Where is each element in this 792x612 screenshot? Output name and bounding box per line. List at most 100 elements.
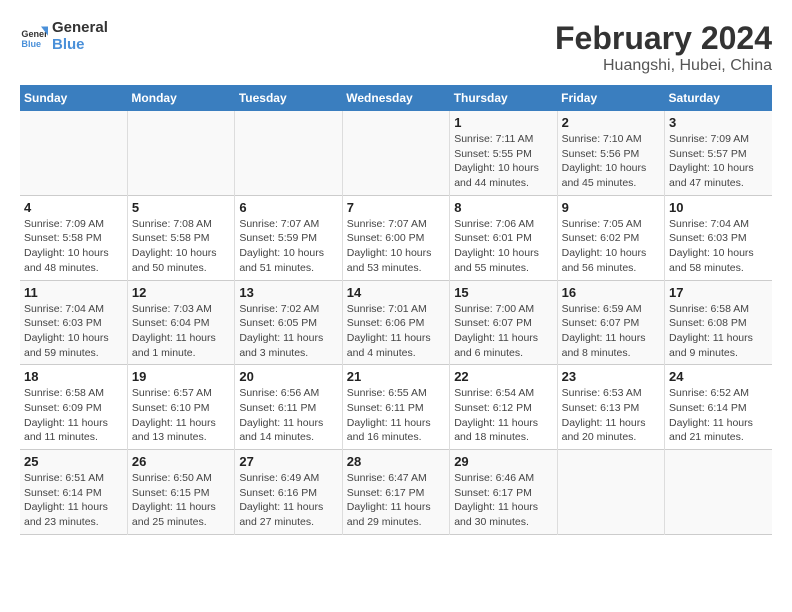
calendar-cell: 24 Sunrise: 6:52 AM Sunset: 6:14 PM Dayli… [665, 365, 772, 450]
cell-text: Sunrise: 7:04 AM Sunset: 6:03 PM Dayligh… [669, 217, 768, 276]
calendar-cell: 8Sunrise: 7:06 AM Sunset: 6:01 PM Daylig… [450, 195, 557, 280]
cell-text: Sunrise: 7:05 AM Sunset: 6:02 PM Dayligh… [562, 217, 660, 276]
day-number: 10 [669, 200, 768, 215]
weekday-header-cell: Friday [557, 85, 664, 111]
day-number: 21 [347, 369, 445, 384]
logo: General Blue General Blue [20, 20, 108, 53]
day-number: 15 [454, 285, 552, 300]
weekday-header-cell: Sunday [20, 85, 127, 111]
calendar-cell: 11 Sunrise: 7:04 AM Sunset: 6:03 PM Dayli… [20, 280, 127, 365]
calendar-week-row: 4 Sunrise: 7:09 AM Sunset: 5:58 PM Daylig… [20, 195, 772, 280]
cell-text: Sunrise: 6:57 AM Sunset: 6:10 PM Dayligh… [132, 386, 230, 445]
cell-text: Sunrise: 7:07 AM Sunset: 5:59 PM Dayligh… [239, 217, 337, 276]
cell-text: Sunrise: 7:00 AM Sunset: 6:07 PM Dayligh… [454, 302, 552, 361]
day-number: 7 [347, 200, 445, 215]
weekday-header-cell: Thursday [450, 85, 557, 111]
calendar-cell: 21 Sunrise: 6:55 AM Sunset: 6:11 PM Dayli… [342, 365, 449, 450]
calendar-cell: 4 Sunrise: 7:09 AM Sunset: 5:58 PM Daylig… [20, 195, 127, 280]
day-number: 19 [132, 369, 230, 384]
calendar-body: 1 Sunrise: 7:11 AM Sunset: 5:55 PM Daylig… [20, 111, 772, 534]
cell-text: Sunrise: 7:04 AM Sunset: 6:03 PM Dayligh… [24, 302, 123, 361]
cell-text: Sunrise: 7:06 AM Sunset: 6:01 PM Dayligh… [454, 217, 552, 276]
weekday-header-cell: Saturday [665, 85, 772, 111]
calendar-week-row: 25 Sunrise: 6:51 AM Sunset: 6:14 PM Dayli… [20, 450, 772, 535]
calendar-cell: 29Sunrise: 6:46 AM Sunset: 6:17 PM Dayli… [450, 450, 557, 535]
page-subtitle: Huangshi, Hubei, China [555, 57, 772, 75]
cell-text: Sunrise: 7:07 AM Sunset: 6:00 PM Dayligh… [347, 217, 445, 276]
day-number: 24 [669, 369, 768, 384]
calendar-week-row: 18Sunrise: 6:58 AM Sunset: 6:09 PM Dayli… [20, 365, 772, 450]
weekday-header-cell: Monday [127, 85, 234, 111]
calendar-cell: 25 Sunrise: 6:51 AM Sunset: 6:14 PM Dayli… [20, 450, 127, 535]
day-number: 4 [24, 200, 123, 215]
calendar-cell: 3Sunrise: 7:09 AM Sunset: 5:57 PM Daylig… [665, 111, 772, 195]
cell-text: Sunrise: 7:01 AM Sunset: 6:06 PM Dayligh… [347, 302, 445, 361]
weekday-header-row: SundayMondayTuesdayWednesdayThursdayFrid… [20, 85, 772, 111]
day-number: 14 [347, 285, 445, 300]
cell-text: Sunrise: 6:50 AM Sunset: 6:15 PM Dayligh… [132, 471, 230, 530]
logo-line1: General [52, 20, 108, 37]
calendar-cell: 10 Sunrise: 7:04 AM Sunset: 6:03 PM Dayli… [665, 195, 772, 280]
calendar-cell: 5 Sunrise: 7:08 AM Sunset: 5:58 PM Daylig… [127, 195, 234, 280]
day-number: 16 [562, 285, 660, 300]
cell-text: Sunrise: 6:58 AM Sunset: 6:09 PM Dayligh… [24, 386, 123, 445]
calendar-cell: 19 Sunrise: 6:57 AM Sunset: 6:10 PM Dayli… [127, 365, 234, 450]
calendar-cell [342, 111, 449, 195]
calendar-cell: 22 Sunrise: 6:54 AM Sunset: 6:12 PM Dayli… [450, 365, 557, 450]
day-number: 12 [132, 285, 230, 300]
calendar-cell: 7 Sunrise: 7:07 AM Sunset: 6:00 PM Daylig… [342, 195, 449, 280]
calendar-cell: 17Sunrise: 6:58 AM Sunset: 6:08 PM Dayli… [665, 280, 772, 365]
day-number: 25 [24, 454, 123, 469]
weekday-header-cell: Wednesday [342, 85, 449, 111]
cell-text: Sunrise: 6:55 AM Sunset: 6:11 PM Dayligh… [347, 386, 445, 445]
calendar-cell: 14 Sunrise: 7:01 AM Sunset: 6:06 PM Dayli… [342, 280, 449, 365]
cell-text: Sunrise: 7:03 AM Sunset: 6:04 PM Dayligh… [132, 302, 230, 361]
title-area: February 2024 Huangshi, Hubei, China [555, 20, 772, 75]
day-number: 9 [562, 200, 660, 215]
calendar-cell: 23 Sunrise: 6:53 AM Sunset: 6:13 PM Dayli… [557, 365, 664, 450]
calendar-cell [20, 111, 127, 195]
calendar-cell [127, 111, 234, 195]
header: General Blue General Blue February 2024 … [20, 20, 772, 75]
cell-text: Sunrise: 6:49 AM Sunset: 6:16 PM Dayligh… [239, 471, 337, 530]
calendar-cell: 2Sunrise: 7:10 AM Sunset: 5:56 PM Daylig… [557, 111, 664, 195]
calendar-cell [557, 450, 664, 535]
day-number: 20 [239, 369, 337, 384]
day-number: 26 [132, 454, 230, 469]
page-title: February 2024 [555, 20, 772, 57]
calendar-cell: 28 Sunrise: 6:47 AM Sunset: 6:17 PM Dayli… [342, 450, 449, 535]
calendar-cell [665, 450, 772, 535]
day-number: 13 [239, 285, 337, 300]
cell-text: Sunrise: 6:54 AM Sunset: 6:12 PM Dayligh… [454, 386, 552, 445]
calendar-table: SundayMondayTuesdayWednesdayThursdayFrid… [20, 85, 772, 535]
day-number: 5 [132, 200, 230, 215]
cell-text: Sunrise: 6:53 AM Sunset: 6:13 PM Dayligh… [562, 386, 660, 445]
day-number: 22 [454, 369, 552, 384]
cell-text: Sunrise: 6:58 AM Sunset: 6:08 PM Dayligh… [669, 302, 768, 361]
day-number: 29 [454, 454, 552, 469]
calendar-cell: 16 Sunrise: 6:59 AM Sunset: 6:07 PM Dayli… [557, 280, 664, 365]
cell-text: Sunrise: 6:51 AM Sunset: 6:14 PM Dayligh… [24, 471, 123, 530]
calendar-cell: 27Sunrise: 6:49 AM Sunset: 6:16 PM Dayli… [235, 450, 342, 535]
day-number: 28 [347, 454, 445, 469]
cell-text: Sunrise: 6:52 AM Sunset: 6:14 PM Dayligh… [669, 386, 768, 445]
cell-text: Sunrise: 6:59 AM Sunset: 6:07 PM Dayligh… [562, 302, 660, 361]
calendar-week-row: 11 Sunrise: 7:04 AM Sunset: 6:03 PM Dayli… [20, 280, 772, 365]
calendar-cell: 20Sunrise: 6:56 AM Sunset: 6:11 PM Dayli… [235, 365, 342, 450]
cell-text: Sunrise: 7:08 AM Sunset: 5:58 PM Dayligh… [132, 217, 230, 276]
day-number: 23 [562, 369, 660, 384]
svg-text:General: General [21, 29, 48, 39]
cell-text: Sunrise: 7:09 AM Sunset: 5:57 PM Dayligh… [669, 132, 768, 191]
calendar-cell: 9 Sunrise: 7:05 AM Sunset: 6:02 PM Daylig… [557, 195, 664, 280]
calendar-cell: 26 Sunrise: 6:50 AM Sunset: 6:15 PM Dayli… [127, 450, 234, 535]
day-number: 1 [454, 115, 552, 130]
cell-text: Sunrise: 6:47 AM Sunset: 6:17 PM Dayligh… [347, 471, 445, 530]
cell-text: Sunrise: 7:11 AM Sunset: 5:55 PM Dayligh… [454, 132, 552, 191]
day-number: 6 [239, 200, 337, 215]
calendar-cell: 18Sunrise: 6:58 AM Sunset: 6:09 PM Dayli… [20, 365, 127, 450]
calendar-header: SundayMondayTuesdayWednesdayThursdayFrid… [20, 85, 772, 111]
day-number: 11 [24, 285, 123, 300]
cell-text: Sunrise: 7:09 AM Sunset: 5:58 PM Dayligh… [24, 217, 123, 276]
svg-text:Blue: Blue [21, 38, 41, 48]
calendar-cell: 6 Sunrise: 7:07 AM Sunset: 5:59 PM Daylig… [235, 195, 342, 280]
